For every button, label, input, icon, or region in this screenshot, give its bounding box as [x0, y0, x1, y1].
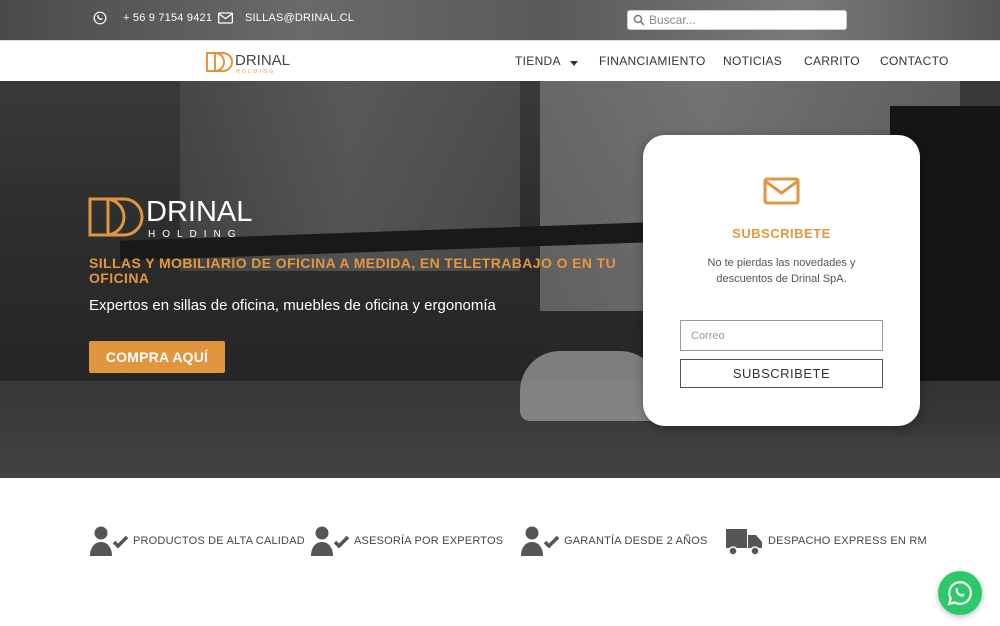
phone-number: + 56 9 7154 9421 — [123, 12, 213, 24]
nav-item-contacto[interactable]: CONTACTO — [880, 54, 949, 68]
user-check-icon — [90, 526, 128, 556]
search-input[interactable] — [645, 11, 835, 29]
top-bar: + 56 9 7154 9421 SILLAS@DRINAL.CL — [0, 0, 1000, 40]
hero-title: SILLAS Y MOBILIARIO DE OFICINA A MEDIDA,… — [89, 255, 617, 286]
feature-delivery: DESPACHO EXPRESS EN RM — [725, 526, 927, 556]
search-box[interactable] — [627, 10, 847, 30]
search-icon[interactable] — [633, 14, 645, 26]
feature-label: PRODUCTOS DE ALTA CALIDAD — [133, 535, 305, 547]
subscribe-button[interactable]: SUBSCRIBETE — [680, 359, 883, 388]
hero-logo: DRINAL HOLDING — [88, 193, 273, 248]
user-check-icon — [521, 526, 559, 556]
truck-icon — [725, 526, 763, 556]
nav-item-financiamiento[interactable]: FINANCIAMIENTO — [599, 54, 706, 68]
email-address: SILLAS@DRINAL.CL — [245, 12, 355, 24]
whatsapp-icon — [93, 11, 107, 25]
hero-logo-sub: HOLDING — [148, 229, 243, 240]
user-check-icon — [311, 526, 349, 556]
whatsapp-icon — [947, 580, 973, 606]
feature-label: GARANTÍA DESDE 2 AÑOS — [564, 535, 708, 547]
envelope-icon — [763, 177, 800, 210]
nav-item-carrito[interactable]: CARRITO — [804, 54, 860, 68]
subscribe-title: SUBSCRIBETE — [732, 226, 831, 241]
caret-down-icon — [569, 55, 578, 69]
feature-label: DESPACHO EXPRESS EN RM — [768, 535, 927, 547]
subscribe-card: SUBSCRIBETE No te pierdas las novedades … — [643, 135, 920, 426]
feature-warranty: GARANTÍA DESDE 2 AÑOS — [521, 526, 708, 556]
nav-item-noticias[interactable]: NOTICIAS — [723, 54, 782, 68]
hero-logo-name: DRINAL — [146, 196, 252, 228]
subscribe-description: No te pierdas las novedades y descuentos… — [707, 257, 856, 285]
feature-label: ASESORÍA POR EXPERTOS — [354, 535, 504, 547]
shop-now-button[interactable]: COMPRA AQUÍ — [89, 341, 225, 373]
hero-subtitle: Expertos en sillas de oficina, muebles d… — [89, 297, 496, 314]
email-field[interactable] — [680, 320, 883, 351]
phone-contact[interactable]: + 56 9 7154 9421 — [93, 0, 212, 36]
feature-quality: PRODUCTOS DE ALTA CALIDAD — [90, 526, 305, 556]
nav-item-tienda[interactable]: TIENDA — [515, 54, 578, 69]
nav-item-tienda-label: TIENDA — [515, 54, 561, 68]
nav-menu: TIENDA FINANCIAMIENTO NOTICIAS CARRITO C… — [0, 40, 1000, 81]
whatsapp-button[interactable] — [938, 571, 982, 615]
feature-advice: ASESORÍA POR EXPERTOS — [311, 526, 503, 556]
envelope-icon — [218, 12, 233, 24]
email-contact[interactable]: SILLAS@DRINAL.CL — [218, 0, 354, 36]
